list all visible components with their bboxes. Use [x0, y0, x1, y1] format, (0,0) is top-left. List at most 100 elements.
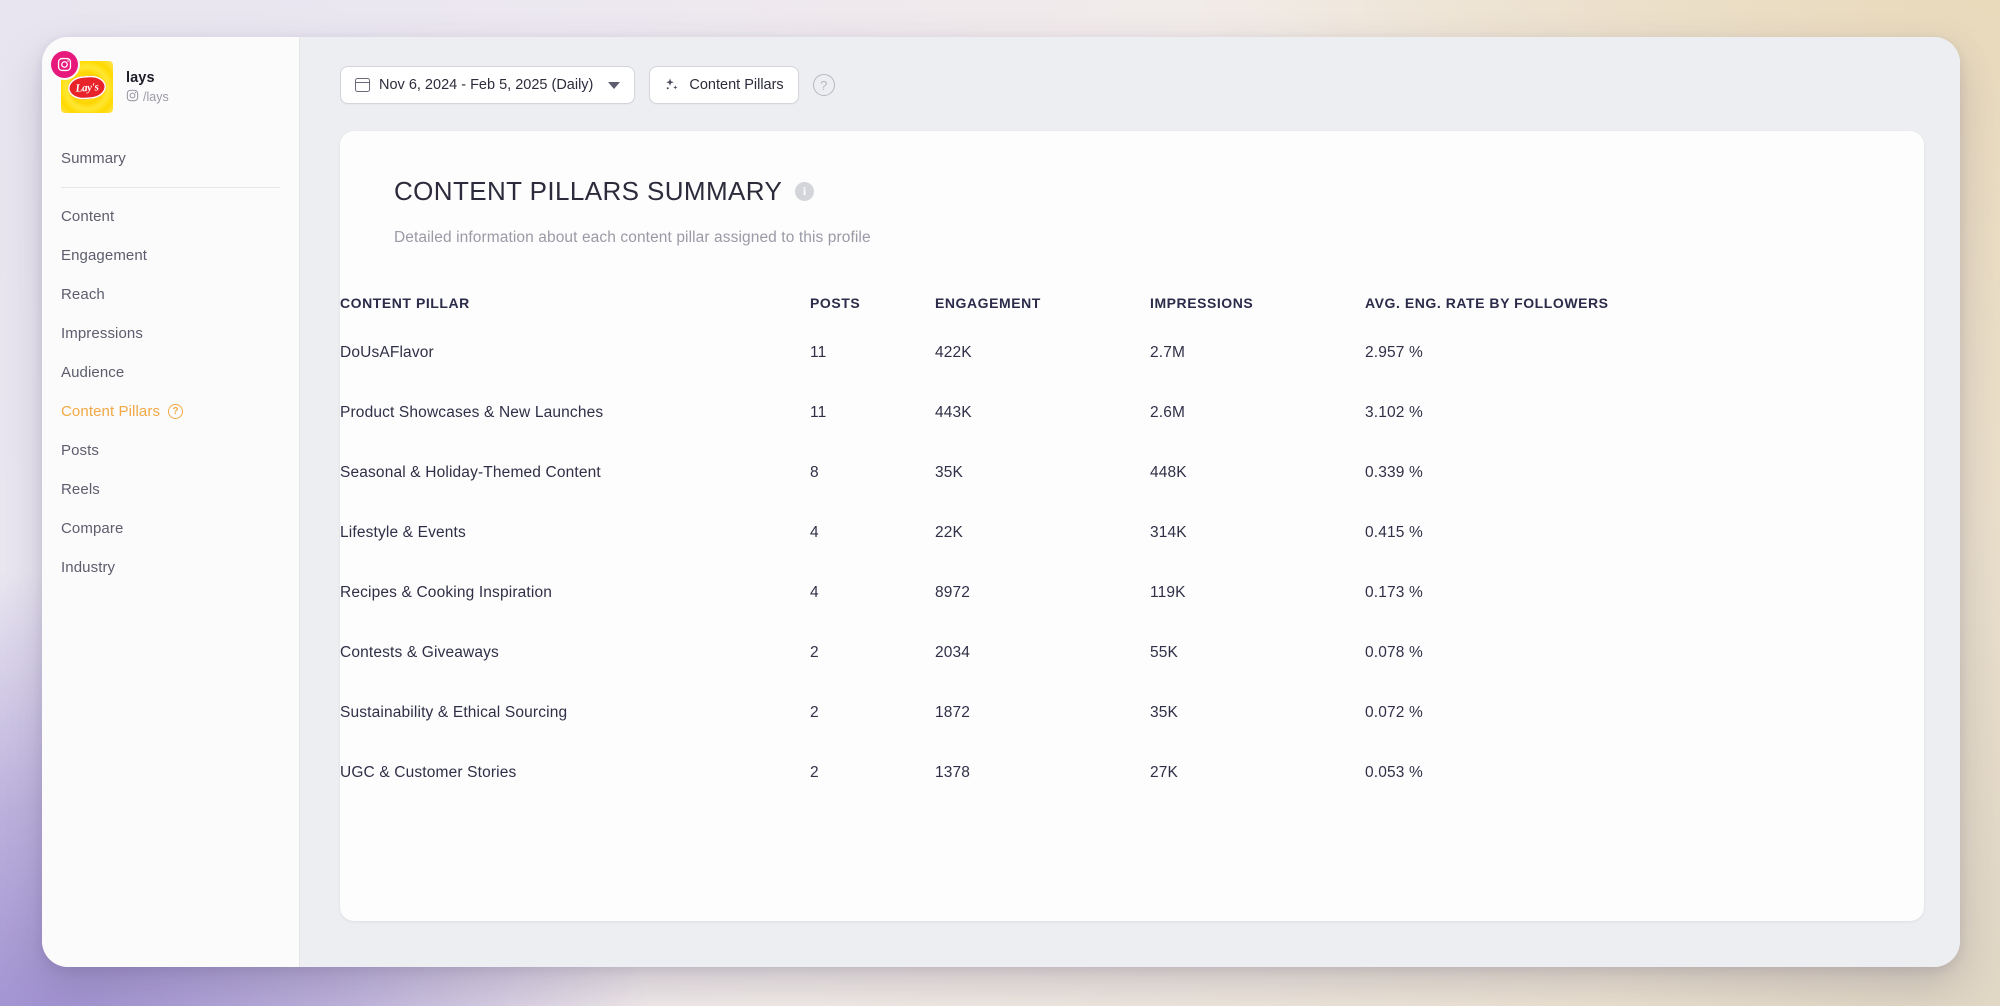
cell-impressions: 448K — [1150, 464, 1187, 481]
cell-rate: 0.339 % — [1365, 464, 1423, 481]
cell-rate: 3.102 % — [1365, 404, 1423, 421]
sidebar-nav: Summary Content Engagement Reach Impress… — [42, 139, 299, 587]
help-icon-label: ? — [820, 77, 828, 93]
content-pillars-button-label: Content Pillars — [689, 77, 784, 93]
sidebar-item-label: Summary — [61, 150, 126, 167]
sidebar-item-audience[interactable]: Audience — [42, 353, 299, 392]
lays-logo: Lay's — [67, 74, 107, 100]
cell-engagement: 2034 — [935, 644, 971, 661]
cell-pillar: UGC & Customer Stories — [340, 764, 517, 781]
sidebar-item-label: Compare — [61, 520, 124, 537]
cell-posts: 4 — [810, 584, 819, 601]
cell-pillar: Product Showcases & New Launches — [340, 404, 604, 421]
sidebar-item-reels[interactable]: Reels — [42, 470, 299, 509]
table-row[interactable]: Product Showcases & New Launches 11 443K… — [340, 383, 1924, 443]
cell-rate: 0.072 % — [1365, 704, 1423, 721]
content-pillars-button[interactable]: Content Pillars — [649, 66, 799, 104]
table-header: CONTENT PILLAR POSTS ENGAGEMENT IMPRESSI… — [340, 283, 1924, 323]
page-title: CONTENT PILLARS SUMMARY i — [340, 176, 1924, 207]
sparkle-icon — [664, 77, 680, 93]
table-body: DoUsAFlavor 11 422K 2.7M 2.957 % Product… — [340, 323, 1924, 803]
sidebar-item-compare[interactable]: Compare — [42, 509, 299, 548]
sidebar-item-label: Audience — [61, 364, 125, 381]
column-header-posts: POSTS — [810, 295, 861, 311]
sidebar-item-posts[interactable]: Posts — [42, 431, 299, 470]
chevron-down-icon — [608, 81, 621, 89]
cell-engagement: 443K — [935, 404, 972, 421]
column-header-avg-eng-rate: AVG. ENG. RATE BY FOLLOWERS — [1365, 295, 1609, 311]
sidebar-item-industry[interactable]: Industry — [42, 548, 299, 587]
cell-impressions: 2.6M — [1150, 404, 1186, 421]
sidebar-item-impressions[interactable]: Impressions — [42, 314, 299, 353]
sidebar-item-content[interactable]: Content — [42, 197, 299, 236]
table-row[interactable]: Seasonal & Holiday-Themed Content 8 35K … — [340, 443, 1924, 503]
cell-posts: 2 — [810, 764, 819, 781]
profile-handle: /lays — [126, 89, 169, 105]
sidebar-item-reach[interactable]: Reach — [42, 275, 299, 314]
cell-impressions: 55K — [1150, 644, 1179, 661]
calendar-icon — [355, 78, 370, 92]
cell-rate: 0.078 % — [1365, 644, 1423, 661]
cell-pillar: Contests & Giveaways — [340, 644, 499, 661]
table-row[interactable]: Lifestyle & Events 4 22K 314K 0.415 % — [340, 503, 1924, 563]
sidebar-item-content-pillars[interactable]: Content Pillars ? — [42, 392, 299, 431]
cell-posts: 2 — [810, 644, 819, 661]
toolbar: Nov 6, 2024 - Feb 5, 2025 (Daily) Conten… — [300, 37, 1960, 104]
sidebar-item-label: Industry — [61, 559, 116, 576]
instagram-small-icon — [126, 89, 139, 105]
sidebar-item-label: Content Pillars — [61, 403, 161, 420]
cell-pillar: Lifestyle & Events — [340, 524, 466, 541]
avatar[interactable]: Lay's — [51, 51, 113, 113]
table-row[interactable]: Sustainability & Ethical Sourcing 2 1872… — [340, 683, 1924, 743]
content-pillars-summary-card: CONTENT PILLARS SUMMARY i Detailed infor… — [340, 131, 1924, 921]
cell-impressions: 119K — [1150, 584, 1186, 601]
cell-impressions: 35K — [1150, 704, 1179, 721]
profile-name: lays — [126, 69, 155, 86]
column-header-impressions: IMPRESSIONS — [1150, 295, 1254, 311]
sidebar-item-engagement[interactable]: Engagement — [42, 236, 299, 275]
table-row[interactable]: UGC & Customer Stories 2 1378 27K 0.053 … — [340, 743, 1924, 803]
app-window: Lay's lays /lays Summary Content Engagem… — [42, 37, 1960, 967]
cell-rate: 2.957 % — [1365, 344, 1423, 361]
info-icon[interactable]: i — [795, 182, 815, 201]
cell-pillar: DoUsAFlavor — [340, 344, 434, 361]
sidebar-divider — [61, 187, 280, 188]
cell-impressions: 2.7M — [1150, 344, 1186, 361]
cell-engagement: 1872 — [935, 704, 971, 721]
sidebar: Lay's lays /lays Summary Content Engagem… — [42, 37, 300, 967]
sidebar-item-label: Engagement — [61, 247, 148, 264]
sidebar-item-label: Content — [61, 208, 115, 225]
date-range-picker[interactable]: Nov 6, 2024 - Feb 5, 2025 (Daily) — [340, 66, 636, 104]
cell-pillar: Sustainability & Ethical Sourcing — [340, 704, 568, 721]
table-row[interactable]: DoUsAFlavor 11 422K 2.7M 2.957 % — [340, 323, 1924, 383]
sidebar-item-label: Reach — [61, 286, 105, 303]
cell-rate: 0.053 % — [1365, 764, 1423, 781]
column-header-engagement: ENGAGEMENT — [935, 295, 1041, 311]
cell-engagement: 422K — [935, 344, 972, 361]
cell-posts: 8 — [810, 464, 819, 481]
cell-engagement: 8972 — [935, 584, 971, 601]
cell-posts: 2 — [810, 704, 819, 721]
date-range-label: Nov 6, 2024 - Feb 5, 2025 (Daily) — [379, 77, 594, 93]
page-title-text: CONTENT PILLARS SUMMARY — [394, 176, 783, 206]
sidebar-item-label: Reels — [61, 481, 100, 498]
sidebar-item-summary[interactable]: Summary — [42, 139, 299, 178]
cell-impressions: 314K — [1150, 524, 1187, 541]
cell-posts: 4 — [810, 524, 819, 541]
table-row[interactable]: Contests & Giveaways 2 2034 55K 0.078 % — [340, 623, 1924, 683]
page-subtitle: Detailed information about each content … — [394, 229, 871, 246]
profile-header[interactable]: Lay's lays /lays — [42, 37, 299, 113]
cell-impressions: 27K — [1150, 764, 1179, 781]
avatar-logo-text: Lay's — [75, 80, 99, 94]
instagram-icon — [51, 51, 78, 78]
content-pillars-table: CONTENT PILLAR POSTS ENGAGEMENT IMPRESSI… — [340, 283, 1924, 803]
main-content: Nov 6, 2024 - Feb 5, 2025 (Daily) Conten… — [300, 37, 1960, 967]
sidebar-item-label: Posts — [61, 442, 100, 459]
cell-engagement: 1378 — [935, 764, 971, 781]
table-row[interactable]: Recipes & Cooking Inspiration 4 8972 119… — [340, 563, 1924, 623]
help-icon[interactable]: ? — [168, 404, 184, 419]
cell-rate: 0.173 % — [1365, 584, 1423, 601]
column-header-content-pillar: CONTENT PILLAR — [340, 295, 470, 311]
help-icon[interactable]: ? — [812, 74, 835, 96]
cell-posts: 11 — [810, 404, 827, 421]
